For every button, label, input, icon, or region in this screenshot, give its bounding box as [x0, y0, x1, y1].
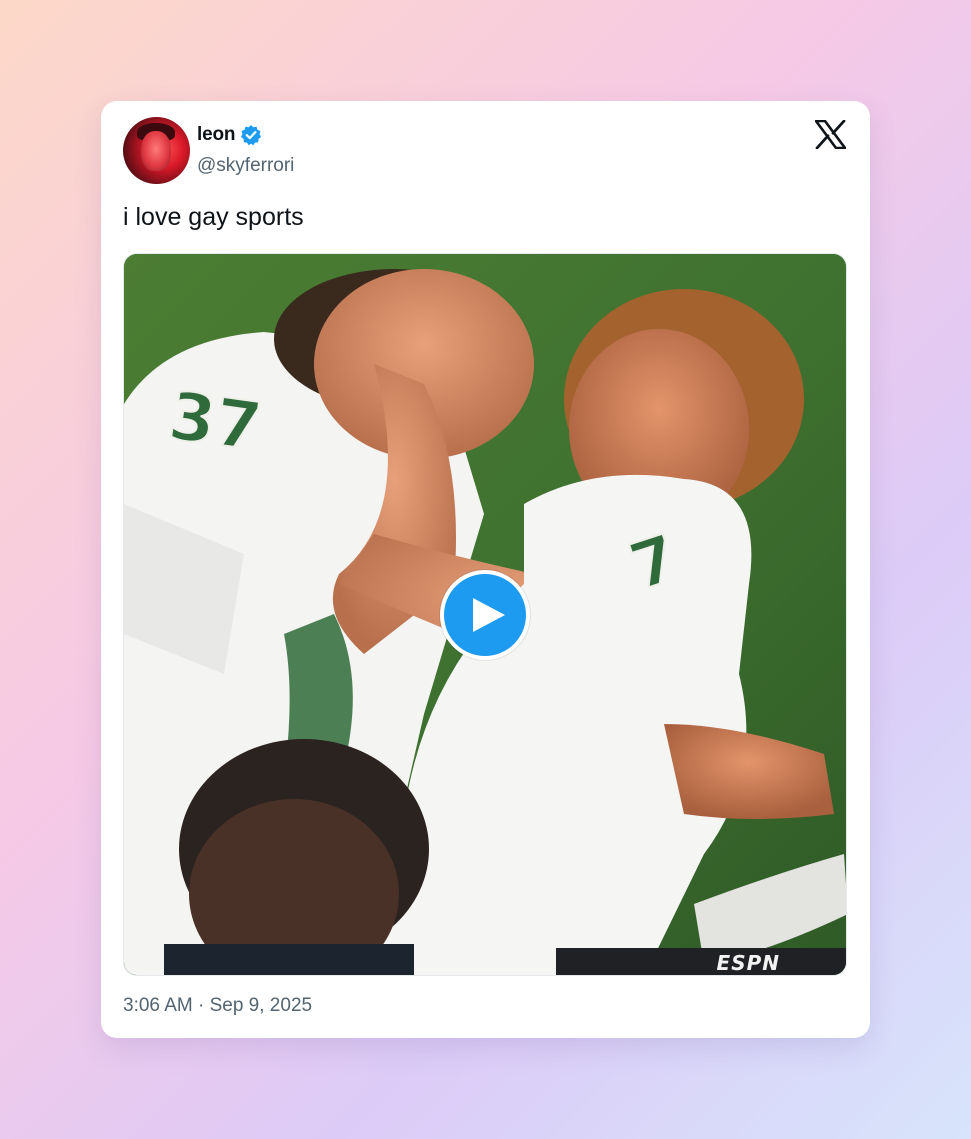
author-name-row: leon [197, 122, 262, 148]
play-icon [473, 598, 505, 632]
espn-logo: ESPN [716, 951, 780, 975]
broadcast-bar: ESPN [556, 948, 846, 975]
tweet-timestamp[interactable]: 3:06 AM · Sep 9, 2025 [123, 995, 312, 1017]
verified-badge-icon [240, 124, 262, 146]
play-button[interactable] [440, 570, 530, 660]
video-media[interactable]: 37 7 ESPN [123, 253, 847, 976]
x-logo-icon[interactable] [814, 119, 847, 150]
avatar[interactable] [123, 117, 190, 184]
jersey-number-37: 37 [164, 377, 266, 466]
author-handle[interactable]: @skyferrori [197, 155, 294, 177]
tweet-card: leon @skyferrori i love gay sports 37 7 … [101, 101, 870, 1038]
tweet-text: i love gay sports [123, 203, 304, 231]
author-display-name[interactable]: leon [197, 124, 235, 146]
